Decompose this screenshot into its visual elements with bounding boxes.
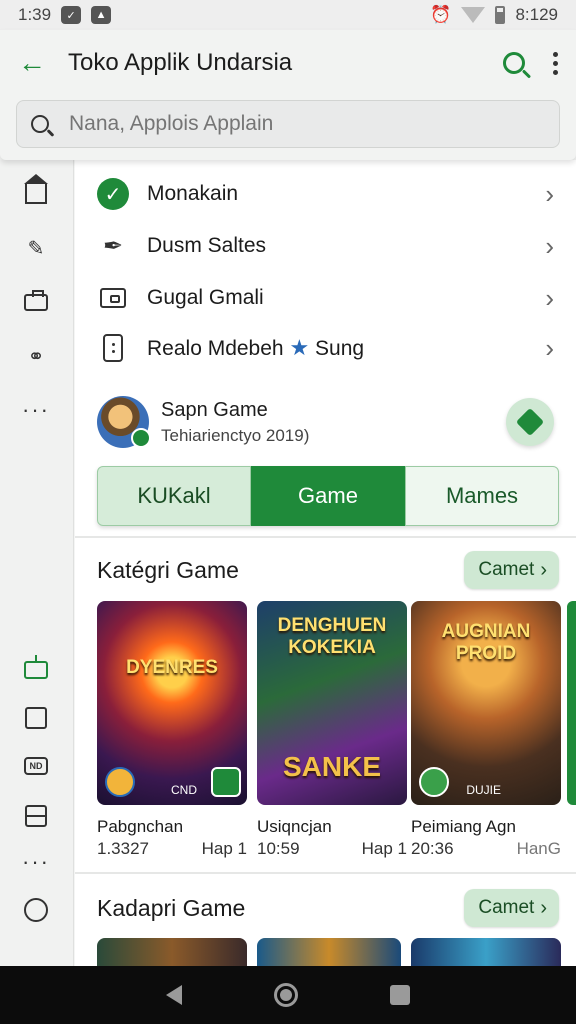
alarm-icon: ⏰ xyxy=(430,5,452,24)
game-art-code: CND xyxy=(171,783,197,797)
game-art-title: DENGHUEN KOKEKIA xyxy=(277,615,387,658)
game-meta: Hap 1 xyxy=(201,839,247,858)
page-title: Toko Applik Undarsia xyxy=(68,49,293,76)
chevron-right-icon: › xyxy=(545,178,554,209)
status-time: 1:39 xyxy=(18,5,52,24)
list-item[interactable]: ✒ Dusm Saltes › xyxy=(75,220,576,272)
briefcase-icon[interactable] xyxy=(24,289,48,314)
game-meta: 10:59 xyxy=(257,839,300,858)
game-meta: 20:36 xyxy=(411,839,454,858)
diamond-icon xyxy=(515,407,545,437)
game-card-peek[interactable] xyxy=(567,601,576,805)
divider xyxy=(75,872,576,874)
game-card[interactable] xyxy=(411,938,561,966)
square-icon[interactable] xyxy=(24,706,48,730)
chevron-right-icon: › xyxy=(545,230,554,261)
app-subtitle: Tehiarienctyo 2019) xyxy=(161,425,310,445)
app-name: Sapn Game xyxy=(161,398,268,421)
notification-icon: ✓ xyxy=(61,6,82,24)
nav-recents-icon[interactable] xyxy=(390,985,410,1005)
battery-icon xyxy=(495,6,506,24)
wifi-icon xyxy=(461,7,486,23)
list-item-label: Gugal Gmali xyxy=(147,286,264,309)
game-meta: HanG xyxy=(516,839,561,858)
main-content: ✓ Monakain › ✒ Dusm Saltes › Gugal Gmali… xyxy=(75,160,576,966)
game-meta: 1.3327 xyxy=(97,839,149,858)
store-icon[interactable] xyxy=(24,174,48,206)
divider xyxy=(75,536,576,538)
section-title: Kadapri Game xyxy=(97,894,246,921)
game-art-title: AUGNIAN PROID xyxy=(441,621,531,664)
search-bar[interactable] xyxy=(16,100,560,148)
game-art: AUGNIAN PROID DUJIE xyxy=(411,601,561,805)
game-name: Pabgnchan xyxy=(97,817,184,836)
check-circle-icon: ✓ xyxy=(97,178,129,210)
chevron-right-icon: › xyxy=(540,896,547,919)
section-header: Katégri Game Camet › xyxy=(97,550,559,590)
search-icon xyxy=(31,115,49,133)
list-item[interactable]: Gugal Gmali › xyxy=(75,272,576,324)
list-item[interactable]: Realo Mdebeh ★ Sung › xyxy=(75,322,576,374)
status-right-time: 8:129 xyxy=(515,5,558,24)
game-card[interactable]: AUGNIAN PROID DUJIE Peimiang Agn 20:36 Ha… xyxy=(411,601,561,859)
segment-tab[interactable]: KUKakl xyxy=(97,466,251,526)
chevron-right-icon: › xyxy=(545,282,554,313)
search-input[interactable] xyxy=(69,112,545,136)
game-name: Usiqncjan xyxy=(257,817,332,836)
section-header: Kadapri Game Camet › xyxy=(97,888,559,928)
phone-icon xyxy=(103,334,123,362)
install-button[interactable] xyxy=(506,398,554,446)
game-art: DYENRES CND xyxy=(97,601,247,805)
status-bar: 1:39 ✓ ▲ ⏰ 8:129 xyxy=(0,0,576,30)
network-icon[interactable]: ⚭ xyxy=(24,344,48,368)
game-art-code: DUJIE xyxy=(466,783,501,797)
notification-icon: ▲ xyxy=(91,6,112,24)
list-item-label: Monakain xyxy=(147,182,239,205)
list-item-label: Realo Mdebeh ★ Sung xyxy=(147,335,365,360)
more-horiz-icon[interactable]: ··· xyxy=(22,850,48,874)
star-icon: ★ xyxy=(289,335,310,360)
segment-tab-selected[interactable]: Game xyxy=(251,466,405,526)
back-arrow-icon[interactable]: ← xyxy=(18,48,48,78)
nav-back-icon[interactable] xyxy=(166,985,182,1005)
game-name: Peimiang Agn xyxy=(411,817,516,836)
pen-icon: ✒ xyxy=(102,232,124,260)
badge-icon xyxy=(105,767,135,797)
split-icon[interactable] xyxy=(24,804,48,828)
search-icon[interactable] xyxy=(503,52,525,74)
badge-icon xyxy=(131,428,151,448)
see-more-button[interactable]: Camet › xyxy=(464,889,559,927)
game-meta: Hap 1 xyxy=(361,839,407,858)
game-card[interactable] xyxy=(97,938,247,966)
segmented-control: KUKakl Game Mames xyxy=(97,466,559,526)
chevron-right-icon: › xyxy=(545,332,554,363)
nav-home-icon[interactable] xyxy=(274,983,298,1007)
tools-icon[interactable]: ✎ xyxy=(24,236,48,260)
game-art-title: DYENRES xyxy=(126,657,218,678)
more-vert-icon[interactable] xyxy=(553,51,558,75)
app-avatar xyxy=(97,396,151,448)
display-icon[interactable]: ND xyxy=(24,754,48,778)
circle-icon[interactable] xyxy=(24,898,48,922)
section-title: Katégri Game xyxy=(97,556,239,583)
game-card[interactable]: DYENRES CND Pabgnchan 1.3327 Hap 1 xyxy=(97,601,247,859)
game-card[interactable] xyxy=(257,938,401,966)
game-card[interactable]: DENGHUEN KOKEKIA SANKE Usiqncjan 10:59 Ha… xyxy=(257,601,407,859)
featured-app[interactable]: Sapn Game Tehiarienctyo 2019) xyxy=(75,392,576,452)
badge-icon xyxy=(211,767,241,797)
check-badge-icon xyxy=(419,767,449,797)
chevron-right-icon: › xyxy=(540,558,547,581)
wallet-icon xyxy=(100,288,126,308)
side-rail: ✎ ⚭ ··· ND ··· xyxy=(0,160,74,966)
see-more-button[interactable]: Camet › xyxy=(464,551,559,589)
list-item[interactable]: ✓ Monakain › xyxy=(75,168,576,220)
system-nav-bar xyxy=(0,966,576,1024)
app-bar: ← Toko Applik Undarsia xyxy=(0,30,576,160)
more-horiz-icon[interactable]: ··· xyxy=(22,398,48,422)
segment-tab[interactable]: Mames xyxy=(405,466,559,526)
list-item-label: Dusm Saltes xyxy=(147,234,267,257)
tv-icon[interactable] xyxy=(24,655,48,682)
game-art-title: SANKE xyxy=(282,751,381,782)
game-art: DENGHUEN KOKEKIA SANKE xyxy=(257,601,407,805)
